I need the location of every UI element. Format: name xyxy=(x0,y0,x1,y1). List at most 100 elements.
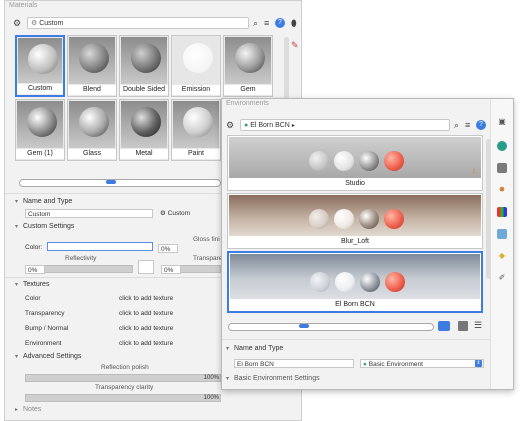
sun-icon[interactable]: ✸ xyxy=(497,185,507,195)
chevron-down-icon: ▾ xyxy=(15,282,19,288)
add-texture-link[interactable]: click to add texture xyxy=(119,340,173,347)
chevron-down-icon: ▾ xyxy=(226,346,230,352)
material-thumb-metal[interactable]: Metal xyxy=(119,99,169,161)
notes-header[interactable]: ▸ Notes xyxy=(15,406,41,413)
settings-icon[interactable] xyxy=(497,163,507,173)
script-icon[interactable]: ✐ xyxy=(497,273,507,283)
material-type-icon: ⚙ xyxy=(31,20,38,27)
camera-icon[interactable]: ▣ xyxy=(497,117,507,127)
environment-type-icon: ● xyxy=(244,122,249,129)
material-tools-icon[interactable]: ⚙ xyxy=(13,17,21,29)
environment-side-toolbar: ▣ ✸ ◆ ✐ xyxy=(490,99,513,389)
custom-settings-header[interactable]: ▾ Custom Settings xyxy=(15,223,74,230)
environment-icon[interactable] xyxy=(497,141,507,151)
environment-selector[interactable]: ● El Born BCN ▸ xyxy=(240,119,450,131)
tag-icon[interactable]: ◆ xyxy=(497,251,507,261)
help-icon[interactable]: ? xyxy=(275,18,285,28)
reflection-polish-slider[interactable]: 100% xyxy=(25,374,221,382)
reflectivity-label: Reflectivity xyxy=(65,255,97,262)
transparency-clarity-label: Transparency clarity xyxy=(95,384,154,391)
material-thumb-blend[interactable]: Blend xyxy=(67,35,117,97)
environment-card-blur-loft[interactable]: Blur_Loft xyxy=(227,193,483,249)
material-label: Double Sided xyxy=(120,85,168,95)
slider-knob[interactable] xyxy=(299,324,309,328)
add-texture-link[interactable]: click to add texture xyxy=(119,325,173,332)
texture-row-label: Color xyxy=(25,295,41,302)
material-label: Custom xyxy=(17,84,63,94)
material-thumb-custom[interactable]: Custom xyxy=(15,35,65,97)
reflectivity-color-swatch[interactable] xyxy=(138,260,154,274)
add-texture-link[interactable]: click to add texture xyxy=(119,310,173,317)
material-type-display[interactable]: ⚙ Custom xyxy=(160,209,190,217)
material-thumb-paint[interactable]: Paint xyxy=(171,99,221,161)
material-thumb-glass[interactable]: Glass xyxy=(67,99,117,161)
material-label: Gem xyxy=(224,85,272,95)
slider-knob[interactable] xyxy=(106,180,116,184)
name-and-type-header[interactable]: ▾ Name and Type xyxy=(15,198,72,205)
environment-name-field[interactable]: El Born BCN xyxy=(234,359,354,368)
add-texture-link[interactable]: click to add texture xyxy=(119,295,173,302)
material-label: Blend xyxy=(68,85,116,95)
transparency-label: Transpare xyxy=(193,255,223,262)
reflection-polish-label: Reflection polish xyxy=(101,364,149,371)
material-thumb-emission[interactable]: Emission xyxy=(171,35,221,97)
material-label: Glass xyxy=(68,149,116,159)
help-icon[interactable]: ? xyxy=(476,120,486,130)
chevron-right-icon: ▸ xyxy=(15,407,19,413)
basic-environment-settings-header[interactable]: ▾ Basic Environment Settings xyxy=(226,375,320,382)
list-view-icon[interactable]: ☰ xyxy=(474,319,482,331)
reflectivity-percent-field[interactable]: 0% xyxy=(25,265,45,274)
eyedropper-icon[interactable]: ✎ xyxy=(291,39,299,51)
environments-title: Environments xyxy=(226,100,269,107)
material-selector[interactable]: ⚙ Custom xyxy=(27,17,249,29)
gloss-finish-label: Gloss fini xyxy=(193,236,220,243)
material-thumb-double-sided[interactable]: Double Sided xyxy=(119,35,169,97)
environment-type-select[interactable]: ● Basic Environment ⇕ xyxy=(360,359,484,368)
environment-type-icon: ● xyxy=(363,361,367,368)
bucket-icon[interactable]: ⬮ xyxy=(291,17,297,29)
environment-type-value: Basic Environment xyxy=(368,361,423,368)
color-percent-field[interactable]: 0% xyxy=(158,244,178,253)
material-label: Emission xyxy=(172,85,220,95)
list-icon[interactable]: ≡ xyxy=(264,17,269,29)
environment-size-slider[interactable] xyxy=(228,323,434,331)
image-icon[interactable] xyxy=(497,229,507,239)
advanced-settings-header[interactable]: ▾ Advanced Settings xyxy=(15,353,81,360)
env-name-and-type-header[interactable]: ▾ Name and Type xyxy=(226,345,283,352)
search-icon[interactable]: ⌕ xyxy=(253,17,258,29)
chevron-updown-icon: ⇕ xyxy=(475,360,482,367)
search-icon[interactable]: ⌕ xyxy=(454,119,459,131)
color-label: Color: xyxy=(25,244,43,251)
grid-view-icon[interactable] xyxy=(438,321,450,331)
environment-card-el-born-bcn[interactable]: El Born BCN xyxy=(227,251,483,313)
material-type-value: Custom xyxy=(167,210,191,217)
large-view-icon[interactable] xyxy=(458,321,468,331)
textures-header[interactable]: ▾ Textures xyxy=(15,281,49,288)
texture-row-label: Bump / Normal xyxy=(25,325,69,332)
environment-label: Blur_Loft xyxy=(340,238,370,245)
environments-panel: Environments ⚙ ● El Born BCN ▸ ⌕ ≡ ? ⇩ S… xyxy=(221,98,514,390)
transparency-percent-field[interactable]: 0% xyxy=(161,265,181,274)
material-selector-value: Custom xyxy=(39,20,64,27)
material-label: Metal xyxy=(120,149,168,159)
environment-label: El Born BCN xyxy=(335,301,375,308)
environment-label: Studio xyxy=(345,180,365,187)
chevron-down-icon: ▾ xyxy=(15,199,19,205)
list-icon[interactable]: ≡ xyxy=(465,119,470,131)
material-label: Gem (1) xyxy=(16,149,64,159)
color-swatch[interactable] xyxy=(47,242,153,251)
materials-title: Materials xyxy=(9,2,38,9)
material-thumb-gem-1[interactable]: Gem (1) xyxy=(15,99,65,161)
environment-tools-icon[interactable]: ⚙ xyxy=(226,119,234,131)
chevron-down-icon: ▾ xyxy=(15,354,19,360)
color-icon[interactable] xyxy=(497,207,507,217)
environment-card-studio[interactable]: ⇩ Studio xyxy=(227,135,483,191)
material-name-field[interactable]: Custom xyxy=(25,209,153,218)
environment-selector-value: El Born BCN xyxy=(250,122,290,129)
divider xyxy=(222,339,490,340)
material-thumb-gem[interactable]: Gem xyxy=(223,35,273,97)
material-label: Paint xyxy=(172,149,220,159)
arrow-down-icon[interactable]: ⇩ xyxy=(471,168,477,176)
thumbnail-size-slider[interactable] xyxy=(19,179,221,187)
transparency-clarity-slider[interactable]: 100% xyxy=(25,394,221,402)
